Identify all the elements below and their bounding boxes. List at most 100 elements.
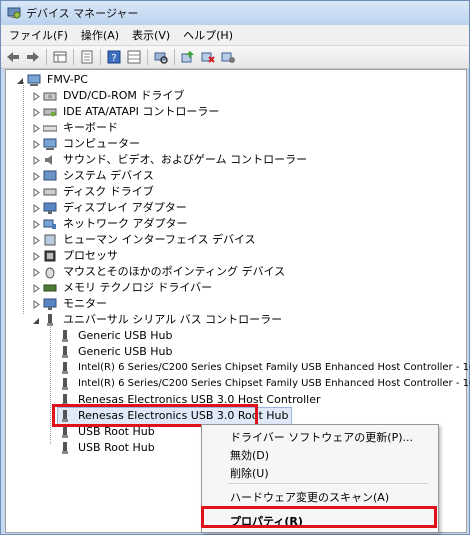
usb-device-item[interactable]: Intel(R) 6 Series/C200 Series Chipset Fa…	[58, 360, 470, 376]
update-driver-icon[interactable]	[180, 49, 196, 65]
tree-line	[50, 322, 51, 444]
keyboard-icon	[43, 125, 57, 132]
usb-device-item[interactable]: USB Root Hub	[58, 440, 157, 456]
tree-line	[23, 82, 24, 314]
tree-category-label: ネットワーク アダプター	[63, 217, 188, 230]
menu-help[interactable]: ヘルプ(H)	[178, 27, 238, 43]
usb-device-label: Intel(R) 6 Series/C200 Series Chipset Fa…	[78, 362, 470, 373]
tree-category-hid[interactable]: ヒューマン インターフェイス デバイス	[32, 232, 258, 248]
expand-arrow-icon[interactable]	[32, 299, 40, 309]
properties-icon[interactable]	[79, 49, 95, 65]
usb-device-icon	[62, 378, 68, 390]
forward-icon[interactable]	[25, 49, 41, 65]
menu-view[interactable]: 表示(V)	[127, 27, 175, 43]
speaker-icon	[45, 155, 52, 165]
tree-category-label: モニター	[63, 297, 107, 310]
expand-arrow-icon[interactable]	[32, 187, 40, 197]
properties-highlight	[201, 506, 437, 528]
tree-category-ide[interactable]: IDE ATA/ATAPI コントローラー	[32, 104, 221, 120]
usb-device-label: USB Root Hub	[78, 425, 155, 438]
toolbar-separator	[46, 49, 47, 65]
toolbar-separator	[73, 49, 74, 65]
expand-arrow-icon[interactable]	[32, 139, 40, 149]
tree-category-label: マウスとそのほかのポインティング デバイス	[63, 265, 286, 278]
tree-root-label: FMV-PC	[47, 73, 88, 86]
ctx-disable[interactable]: 無効(D)	[230, 447, 269, 463]
usb-device-icon	[62, 346, 68, 358]
ctx-uninstall[interactable]: 削除(U)	[230, 465, 269, 481]
expand-arrow-icon[interactable]	[32, 107, 40, 117]
tree-category-keyboard[interactable]: キーボード	[32, 120, 120, 136]
tree-root-node[interactable]: FMV-PC	[16, 72, 90, 88]
expand-arrow-icon[interactable]	[32, 171, 40, 181]
expand-arrow-icon[interactable]	[32, 91, 40, 101]
hid-icon	[44, 234, 56, 246]
tree-category-label: ディスク ドライブ	[63, 185, 154, 198]
tree-category-label: プロセッサ	[63, 249, 118, 262]
tree-category-label: コンピューター	[63, 137, 140, 150]
disable-icon[interactable]	[220, 49, 236, 65]
usb-device-item[interactable]: Intel(R) 6 Series/C200 Series Chipset Fa…	[58, 376, 470, 392]
display-adapter-icon	[43, 202, 57, 214]
tree-category-label: システム デバイス	[63, 169, 154, 182]
monitor-icon	[43, 298, 57, 310]
expand-arrow-icon[interactable]	[32, 283, 40, 293]
help-icon[interactable]: ?	[106, 49, 122, 65]
computer-icon	[43, 138, 57, 150]
menu-file[interactable]: ファイル(F)	[4, 27, 73, 43]
tree-category-label: キーボード	[63, 121, 118, 134]
expand-arrow-icon[interactable]	[32, 251, 40, 261]
tree-category-label: ヒューマン インターフェイス デバイス	[63, 233, 256, 246]
usb-device-label: USB Root Hub	[78, 441, 155, 454]
expand-arrow-icon[interactable]	[32, 267, 40, 277]
collapse-arrow-icon[interactable]	[32, 316, 40, 325]
svg-text:?: ?	[111, 53, 116, 64]
expand-arrow-icon[interactable]	[32, 155, 40, 165]
mouse-icon	[45, 267, 55, 279]
usb-device-label: Generic USB Hub	[78, 329, 173, 342]
expand-arrow-icon[interactable]	[32, 219, 40, 229]
tree-category-system[interactable]: システム デバイス	[32, 168, 156, 184]
tree-category-network[interactable]: ネットワーク アダプター	[32, 216, 190, 232]
scan-icon[interactable]	[153, 49, 169, 65]
tree-category-mouse[interactable]: マウスとそのほかのポインティング デバイス	[32, 264, 287, 280]
toolbar: ?	[1, 46, 469, 69]
tree-category-disk[interactable]: ディスク ドライブ	[32, 184, 156, 200]
network-adapter-icon	[43, 219, 56, 229]
usb-device-label: Intel(R) 6 Series/C200 Series Chipset Fa…	[78, 378, 470, 389]
tree-category-processor[interactable]: プロセッサ	[32, 248, 120, 264]
memory-icon	[43, 284, 57, 292]
collapse-arrow-icon[interactable]	[16, 76, 24, 85]
title-bar[interactable]: デバイス マネージャー	[1, 1, 469, 25]
menu-action[interactable]: 操作(A)	[76, 27, 124, 43]
tree-category-usb[interactable]: ユニバーサル シリアル バス コントローラー	[32, 312, 284, 328]
usb-device-icon	[62, 442, 68, 454]
tree-category-memory[interactable]: メモリ テクノロジ ドライバー	[32, 280, 214, 296]
grid2-icon[interactable]	[126, 49, 142, 65]
expand-arrow-icon[interactable]	[32, 123, 40, 133]
system-device-icon	[43, 170, 57, 181]
tree-category-sound[interactable]: サウンド、ビデオ、およびゲーム コントローラー	[32, 152, 309, 168]
usb-device-item[interactable]: Generic USB Hub	[58, 344, 174, 360]
tree-category-monitor[interactable]: モニター	[32, 296, 109, 312]
back-icon[interactable]	[5, 49, 21, 65]
grid-icon[interactable]	[52, 49, 68, 65]
tree-category-computer[interactable]: コンピューター	[32, 136, 142, 152]
ctx-update-driver[interactable]: ドライバー ソフトウェアの更新(P)...	[230, 429, 413, 445]
ctx-separator	[228, 483, 428, 484]
ide-controller-icon	[43, 108, 57, 117]
tree-category-label: サウンド、ビデオ、およびゲーム コントローラー	[63, 153, 308, 166]
device-manager-window: デバイス マネージャー ファイル(F) 操作(A) 表示(V) ヘルプ(H) ?	[0, 0, 470, 535]
expand-arrow-icon[interactable]	[32, 203, 40, 213]
tree-category-label: DVD/CD-ROM ドライブ	[63, 89, 185, 102]
tree-category-dvd[interactable]: DVD/CD-ROM ドライブ	[32, 88, 186, 104]
uninstall-icon[interactable]	[200, 49, 216, 65]
usb-device-icon	[62, 426, 68, 438]
expand-arrow-icon[interactable]	[32, 235, 40, 245]
ctx-scan[interactable]: ハードウェア変更のスキャン(A)	[230, 489, 389, 505]
dvd-drive-icon	[43, 92, 57, 101]
tree-category-display[interactable]: ディスプレイ アダプター	[32, 200, 189, 216]
usb-device-item[interactable]: Generic USB Hub	[58, 328, 174, 344]
disk-drive-icon	[43, 188, 57, 196]
tree-category-label: メモリ テクノロジ ドライバー	[63, 281, 213, 294]
